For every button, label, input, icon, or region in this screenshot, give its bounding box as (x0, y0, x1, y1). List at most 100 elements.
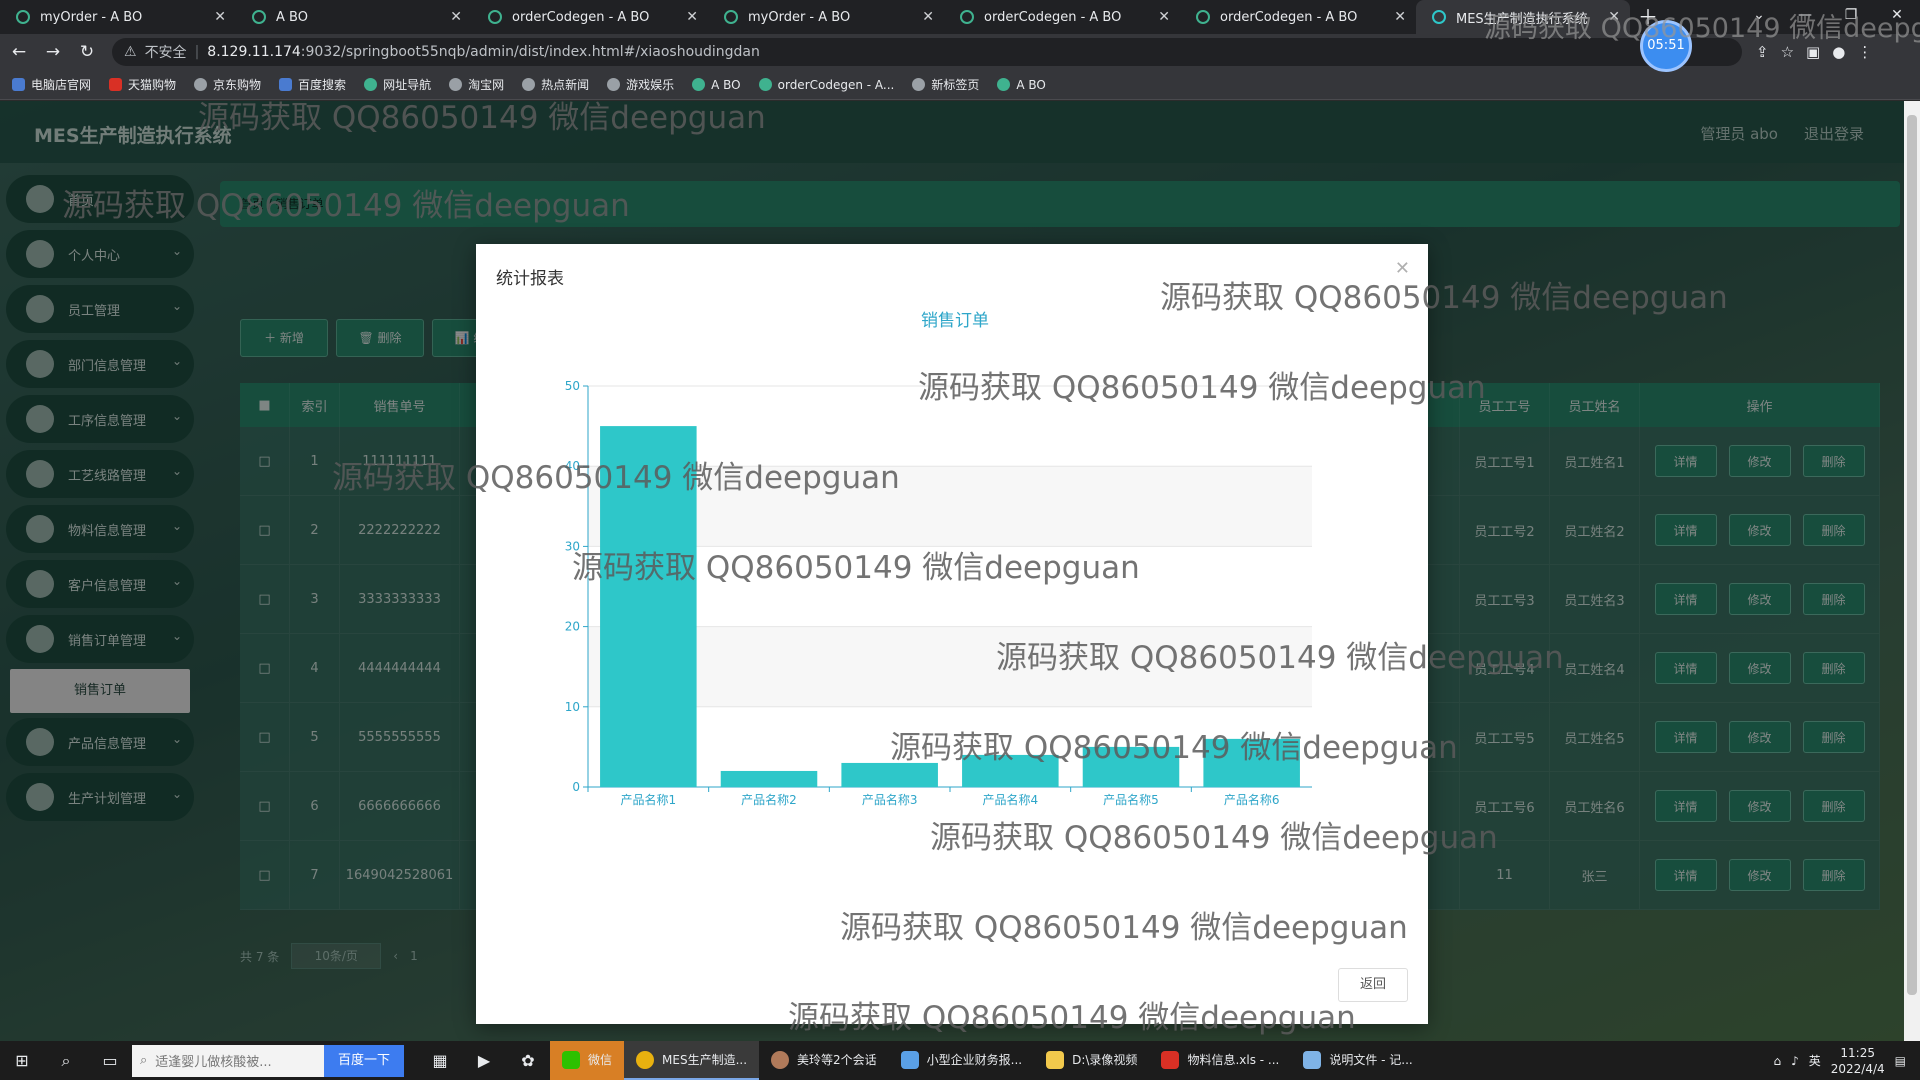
profile-icon[interactable]: ● (1832, 43, 1845, 61)
x-tick-label: 产品名称6 (1224, 792, 1280, 807)
bookmark[interactable]: 网址导航 (364, 76, 431, 93)
star-icon[interactable]: ☆ (1781, 43, 1794, 61)
bookmark[interactable]: orderCodegen - A... (758, 78, 894, 92)
app-icon[interactable]: ✿ (506, 1051, 550, 1070)
bookmark[interactable]: 京东购物 (194, 76, 261, 93)
watermark-text: 源码获取 QQ86050149 微信deepguan (996, 640, 1564, 676)
close-icon[interactable]: ✕ (1158, 9, 1170, 25)
close-icon[interactable]: ✕ (686, 9, 698, 25)
x-tick-label: 产品名称3 (862, 792, 918, 807)
taskbar-app[interactable]: 美玲等2个会话 (759, 1041, 889, 1080)
bookmark[interactable]: A BO (997, 78, 1046, 92)
scrollbar-thumb[interactable] (1907, 115, 1917, 995)
taskbar-app[interactable]: 物料信息.xls - ... (1149, 1041, 1291, 1080)
watermark-text: 源码获取 QQ86050149 微信deepguan (1484, 13, 1920, 44)
watermark-text: 源码获取 QQ86050149 微信deepguan (930, 820, 1498, 856)
menu-icon[interactable]: ⋮ (1857, 43, 1872, 61)
x-tick-label: 产品名称2 (741, 792, 797, 807)
bookmark[interactable]: A BO (692, 78, 741, 92)
search-icon[interactable]: ⌕ (44, 1051, 88, 1071)
notepad-icon (1303, 1050, 1322, 1069)
bookmark-icon (364, 78, 378, 91)
bookmark[interactable]: 电脑店官网 (12, 76, 91, 93)
x-tick-label: 产品名称5 (1103, 792, 1159, 807)
x-tick-label: 产品名称1 (621, 792, 677, 807)
bookmark-icon (997, 78, 1011, 91)
bookmark[interactable]: 淘宝网 (449, 76, 504, 93)
windows-taskbar: ⊞ ⌕ ▭ ⌕ 适逢婴儿做核酸被... 百度一下 ▦ ▶ ✿ 微信 MES生产制造… (0, 1041, 1920, 1080)
bookmark[interactable]: 百度搜索 (279, 76, 346, 93)
scrollbar[interactable] (1904, 101, 1920, 1041)
taskbar-search-input[interactable]: ⌕ 适逢婴儿做核酸被... (132, 1044, 324, 1077)
share-icon[interactable]: ⇪ (1756, 43, 1769, 61)
sidepanel-icon[interactable]: ▣ (1806, 43, 1820, 61)
chat-icon (771, 1050, 790, 1069)
reload-icon[interactable]: ↻ (72, 42, 102, 62)
y-tick-label: 20 (565, 620, 580, 634)
url-host: 8.129.11.174 (207, 44, 301, 60)
taskbar-app[interactable]: 小型企业财务报... (889, 1041, 1034, 1080)
forward-icon[interactable]: → (38, 42, 68, 62)
taskbar-app[interactable]: D:\录像视频 (1034, 1041, 1149, 1080)
site-icon (1196, 10, 1210, 24)
bookmark[interactable]: 游戏娱乐 (607, 76, 674, 93)
folder-icon (1046, 1050, 1065, 1069)
watermark-text: 源码获取 QQ86050149 微信deepguan (198, 100, 766, 136)
close-icon[interactable]: ✕ (214, 9, 226, 25)
taskbar-app-chrome[interactable]: MES生产制造... (624, 1041, 760, 1080)
notification-icon[interactable]: ▤ (1895, 1054, 1906, 1068)
bookmark-icon (194, 78, 208, 91)
bookmark[interactable]: 天猫购物 (109, 76, 176, 93)
dialog-title: 统计报表 (496, 269, 564, 289)
browser-tab[interactable]: orderCodegen - A BO ✕ (472, 0, 708, 34)
taskbar-app-wechat[interactable]: 微信 (550, 1041, 625, 1080)
bookmark-icon (758, 78, 772, 91)
chrome-icon (636, 1050, 655, 1069)
store-icon[interactable]: ▦ (418, 1051, 462, 1070)
browser-tab[interactable]: myOrder - A BO ✕ (0, 0, 236, 34)
watermark-text: 源码获取 QQ86050149 微信deepguan (840, 910, 1408, 946)
volume-icon[interactable]: ♪ (1791, 1054, 1799, 1068)
browser-tab[interactable]: orderCodegen - A BO ✕ (944, 0, 1180, 34)
bookmark-icon (279, 78, 293, 91)
site-icon (1432, 10, 1446, 24)
warning-icon: ⚠ (124, 44, 137, 60)
close-icon[interactable]: ✕ (922, 9, 934, 25)
watermark-text: 源码获取 QQ86050149 微信deepguan (572, 550, 1140, 586)
bookmark-icon (607, 78, 621, 91)
bookmark[interactable]: 热点新闻 (522, 76, 589, 93)
clock[interactable]: 11:25 2022/4/4 (1831, 1045, 1885, 1077)
bookmark-icon (12, 78, 25, 91)
task-view-icon[interactable]: ▭ (88, 1051, 132, 1070)
bookmark-icon (912, 78, 926, 91)
taskbar-app[interactable]: 说明文件 - 记... (1291, 1041, 1424, 1080)
watermark-text: 源码获取 QQ86050149 微信deepguan (62, 188, 630, 224)
bookmark[interactable]: 新标签页 (912, 76, 979, 93)
x-tick-label: 产品名称4 (983, 792, 1039, 807)
y-tick-label: 10 (565, 700, 580, 714)
browser-tab[interactable]: orderCodegen - A BO ✕ (1180, 0, 1416, 34)
close-icon[interactable]: ✕ (1394, 9, 1406, 25)
system-tray: ⌂ ♪ 英 11:25 2022/4/4 ▤ (1773, 1041, 1906, 1080)
windows-start-icon[interactable]: ⊞ (0, 1051, 44, 1070)
browser-tab[interactable]: myOrder - A BO ✕ (708, 0, 944, 34)
watermark-text: 源码获取 QQ86050149 微信deepguan (332, 460, 900, 496)
network-icon[interactable]: ⌂ (1773, 1054, 1781, 1068)
baidu-search-button[interactable]: 百度一下 (324, 1044, 404, 1077)
bookmark-icon (692, 78, 706, 91)
y-tick-label: 0 (572, 780, 580, 794)
site-icon (724, 10, 738, 24)
site-icon (16, 10, 30, 24)
watermark-text: 源码获取 QQ86050149 微信deepguan (890, 730, 1458, 766)
close-icon[interactable]: ✕ (450, 9, 462, 25)
bookmark-icon (449, 78, 463, 91)
player-icon[interactable]: ▶ (462, 1051, 506, 1070)
search-icon: ⌕ (140, 1053, 148, 1068)
y-tick-label: 50 (565, 379, 580, 393)
wechat-icon (562, 1050, 580, 1069)
bookmark-icon (522, 78, 536, 91)
ime-indicator[interactable]: 英 (1809, 1052, 1821, 1069)
browser-tab[interactable]: A BO ✕ (236, 0, 472, 34)
back-icon[interactable]: ← (4, 42, 34, 62)
chart-bar (720, 770, 818, 787)
